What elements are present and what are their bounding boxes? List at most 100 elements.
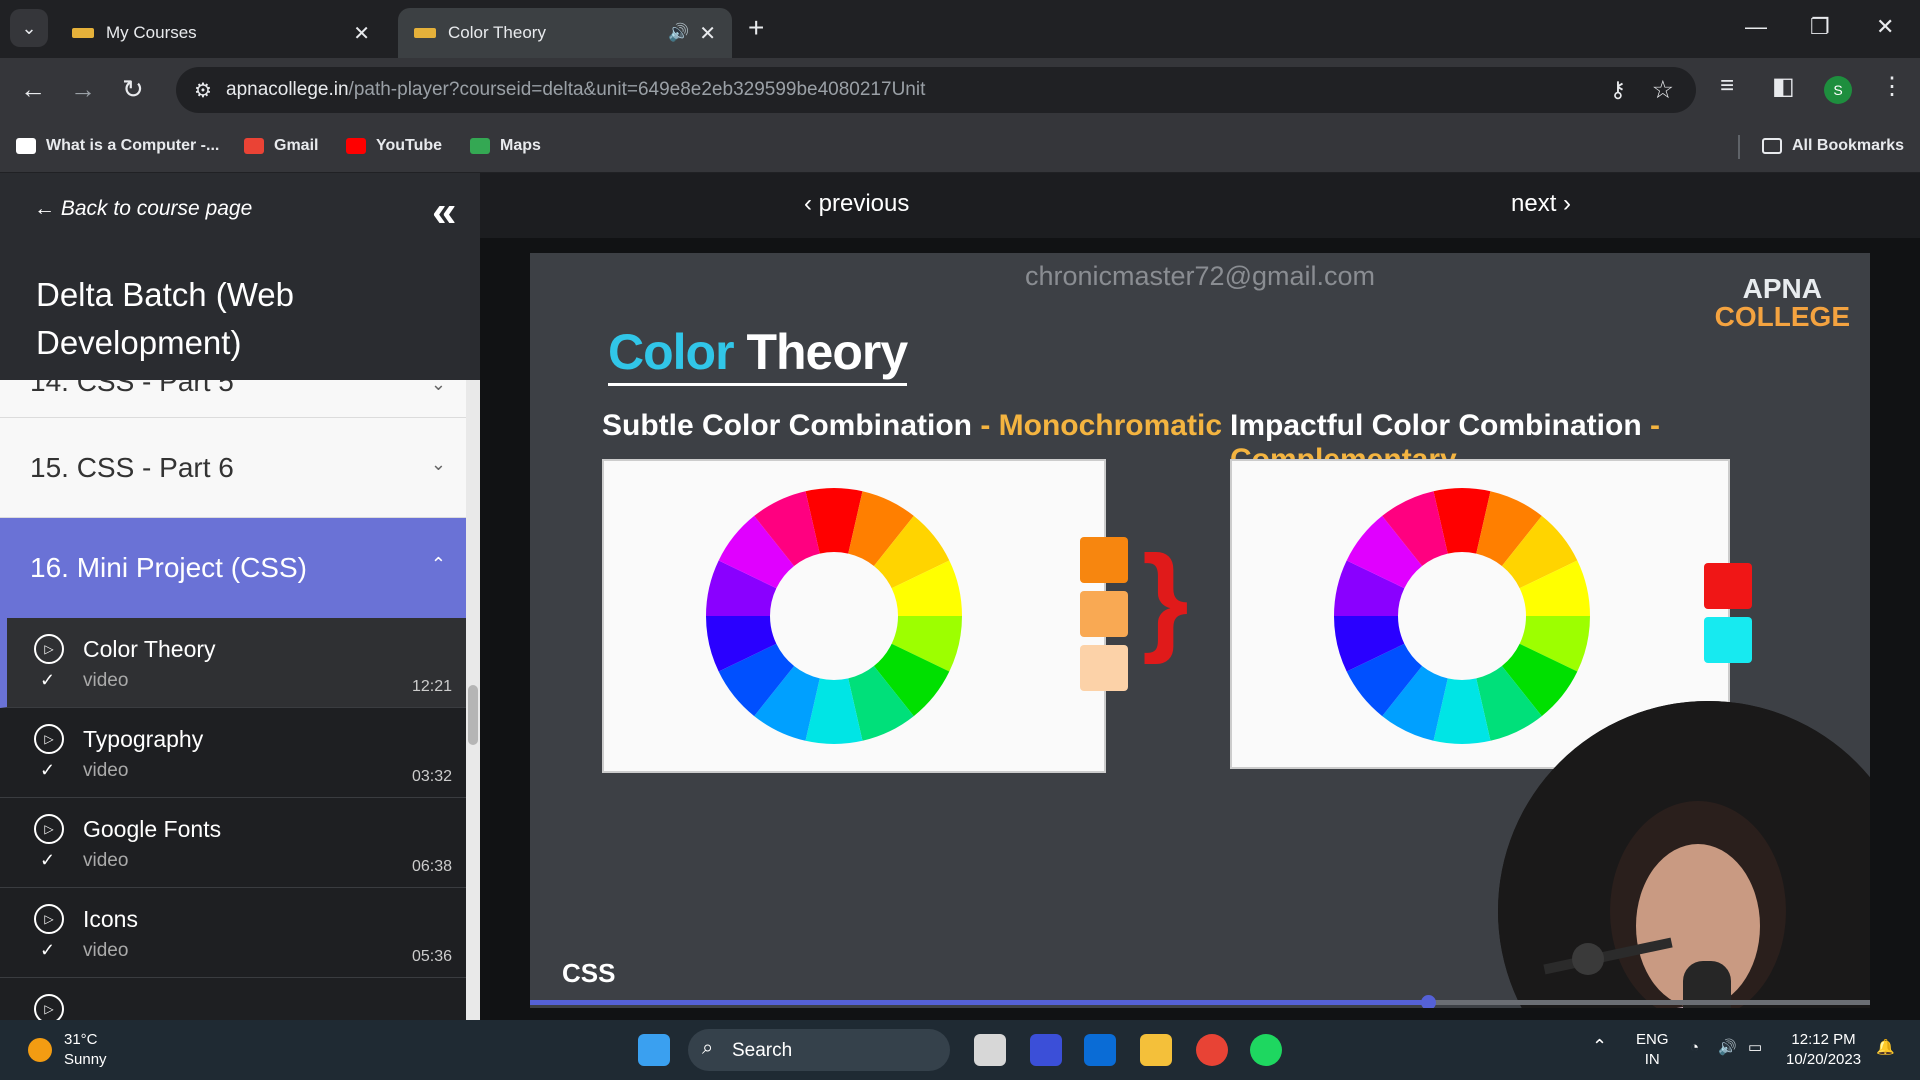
minimize-icon[interactable]: — [1745, 14, 1767, 40]
check-icon: ✓ [40, 760, 56, 780]
bookmarks-bar: What is a Computer -... Gmail YouTube Ma… [0, 123, 1920, 173]
color-swatch [1704, 617, 1752, 663]
lesson-type: video [83, 940, 129, 961]
folder-icon [1762, 138, 1782, 154]
lesson-next-partial[interactable]: ▷ [0, 978, 466, 1020]
bookmarks-divider [1738, 135, 1740, 159]
all-bookmarks[interactable]: All Bookmarks [1762, 137, 1904, 155]
tab-strip: ⌄ My Courses ✕ Color Theory 🔊 ✕ + — ❐ ✕ [0, 0, 1920, 58]
mono-wheel-card [602, 459, 1106, 773]
play-icon: ▷ [34, 904, 64, 934]
color-swatch [1704, 563, 1752, 609]
slide-footer-tag: CSS [562, 958, 616, 988]
lesson-title: Icons [83, 906, 138, 932]
spotify-icon[interactable] [1250, 1034, 1282, 1066]
reload-icon[interactable]: ↻ [122, 74, 144, 105]
video-player[interactable]: chronicmaster72@gmail.com APNA COLLEGE C… [530, 253, 1870, 1008]
collapse-sidebar-icon[interactable]: « [432, 187, 457, 237]
color-swatch [1080, 645, 1128, 691]
tab-title: Color Theory [448, 23, 546, 42]
language-indicator[interactable]: ENG IN [1636, 1030, 1669, 1070]
sun-icon[interactable] [28, 1038, 52, 1062]
avatar[interactable]: S [1824, 76, 1852, 104]
play-icon: ▷ [34, 994, 64, 1020]
site-info-icon[interactable]: ⚙ [194, 78, 212, 103]
slide-title: Color Theory [608, 323, 908, 386]
tab-search-button[interactable]: ⌄ [10, 9, 48, 47]
new-tab-button[interactable]: + [748, 12, 764, 44]
progress-handle[interactable] [1420, 995, 1436, 1008]
back-to-course-link[interactable]: ← Back to course page [34, 197, 252, 221]
check-icon: ✓ [40, 940, 56, 960]
play-icon: ▷ [34, 724, 64, 754]
lesson-typography[interactable]: ▷ ✓ Typography video 03:32 [0, 708, 466, 798]
gmail-icon [244, 138, 264, 154]
clock[interactable]: 12:12 PM 10/20/2023 [1786, 1030, 1861, 1070]
media-control-icon[interactable]: ≡ [1720, 72, 1734, 100]
windows-start-icon[interactable] [638, 1034, 670, 1066]
chrome-icon[interactable] [1196, 1034, 1228, 1066]
taskbar-search[interactable]: ⌕ Search [688, 1029, 950, 1071]
course-sidebar: ← Back to course page « Delta Batch (Web… [0, 173, 480, 1020]
lesson-title: Color Theory [83, 636, 216, 662]
lesson-icons[interactable]: ▷ ✓ Icons video 05:36 [0, 888, 466, 978]
check-icon: ✓ [40, 850, 56, 870]
player-area: ‹ previous next › chronicmaster72@gmail.… [480, 173, 1920, 1020]
tab-my-courses[interactable]: My Courses ✕ [56, 8, 386, 58]
bookmark-gmail[interactable]: Gmail [244, 137, 318, 155]
speaker-icon[interactable]: 🔊 [668, 23, 689, 43]
color-swatch [1080, 591, 1128, 637]
app-icon[interactable] [1030, 1034, 1062, 1066]
volume-icon[interactable]: 🔊 [1718, 1038, 1737, 1058]
lesson-color-theory[interactable]: ▷ ✓ Color Theory video 12:21 [0, 618, 466, 708]
menu-icon[interactable]: ⋮ [1880, 72, 1904, 101]
back-arrow-icon[interactable]: ← [20, 74, 46, 105]
module-css-part-5[interactable]: 14. CSS - Part 5 ⌄ [0, 380, 466, 418]
mono-heading: Subtle Color Combination - Monochromatic [602, 409, 1222, 442]
lesson-duration: 05:36 [411, 948, 452, 965]
notification-icon[interactable]: 🔔 [1876, 1038, 1895, 1058]
tab-color-theory[interactable]: Color Theory 🔊 ✕ [398, 8, 732, 58]
close-icon[interactable]: ✕ [699, 21, 716, 46]
next-button[interactable]: next › [1511, 190, 1571, 218]
curly-brace-annotation: } [1142, 531, 1189, 665]
forward-arrow-icon[interactable]: → [70, 74, 96, 105]
side-panel-icon[interactable]: ◧ [1772, 72, 1795, 101]
chevron-down-icon: ⌄ [430, 454, 446, 474]
star-icon[interactable]: ☆ [1652, 75, 1674, 105]
lesson-google-fonts[interactable]: ▷ ✓ Google Fonts video 06:38 [0, 798, 466, 888]
module-label: 14. CSS - Part 5 [30, 380, 234, 397]
bookmark-maps[interactable]: Maps [470, 137, 541, 155]
wiki-icon [16, 138, 36, 154]
module-css-part-6[interactable]: 15. CSS - Part 6 ⌄ [0, 418, 466, 518]
store-icon[interactable] [1084, 1034, 1116, 1066]
progress-fill [530, 1000, 1428, 1005]
close-icon[interactable]: ✕ [353, 21, 370, 46]
chevron-up-icon[interactable]: ⌃ [1592, 1036, 1607, 1056]
sidebar-scroll-thumb[interactable] [468, 685, 478, 745]
video-progress-bar[interactable] [530, 995, 1870, 1008]
file-explorer-icon[interactable] [1140, 1034, 1172, 1066]
weather-widget[interactable]: 31°C Sunny [64, 1030, 107, 1070]
module-mini-project[interactable]: 16. Mini Project (CSS) ⌃ [0, 518, 466, 618]
address-bar[interactable]: ⚙ apnacollege.in/path-player?courseid=de… [176, 67, 1696, 113]
lesson-duration: 03:32 [411, 768, 452, 785]
color-swatch [1080, 537, 1128, 583]
color-wheel-mono [706, 488, 962, 744]
bookmark-youtube[interactable]: YouTube [346, 137, 442, 155]
url-text[interactable]: apnacollege.in/path-player?courseid=delt… [226, 79, 925, 101]
module-label: 15. CSS - Part 6 [30, 452, 234, 483]
wifi-icon[interactable]: ◔ [1690, 1038, 1699, 1058]
battery-icon[interactable]: ▭ [1748, 1038, 1762, 1058]
lesson-type: video [83, 670, 129, 691]
key-icon[interactable]: ⚷ [1610, 77, 1626, 103]
course-title: Delta Batch (Web Development) [36, 276, 295, 361]
site-favicon [72, 28, 94, 38]
browser-toolbar: ← → ↻ ⚙ apnacollege.in/path-player?cours… [0, 58, 1920, 123]
lesson-nav: ‹ previous next › [480, 173, 1920, 238]
restore-icon[interactable]: ❐ [1810, 14, 1830, 40]
task-view-icon[interactable] [974, 1034, 1006, 1066]
close-window-icon[interactable]: ✕ [1876, 14, 1894, 40]
bookmark-computer[interactable]: What is a Computer -... [16, 137, 219, 155]
previous-button[interactable]: ‹ previous [804, 190, 909, 218]
